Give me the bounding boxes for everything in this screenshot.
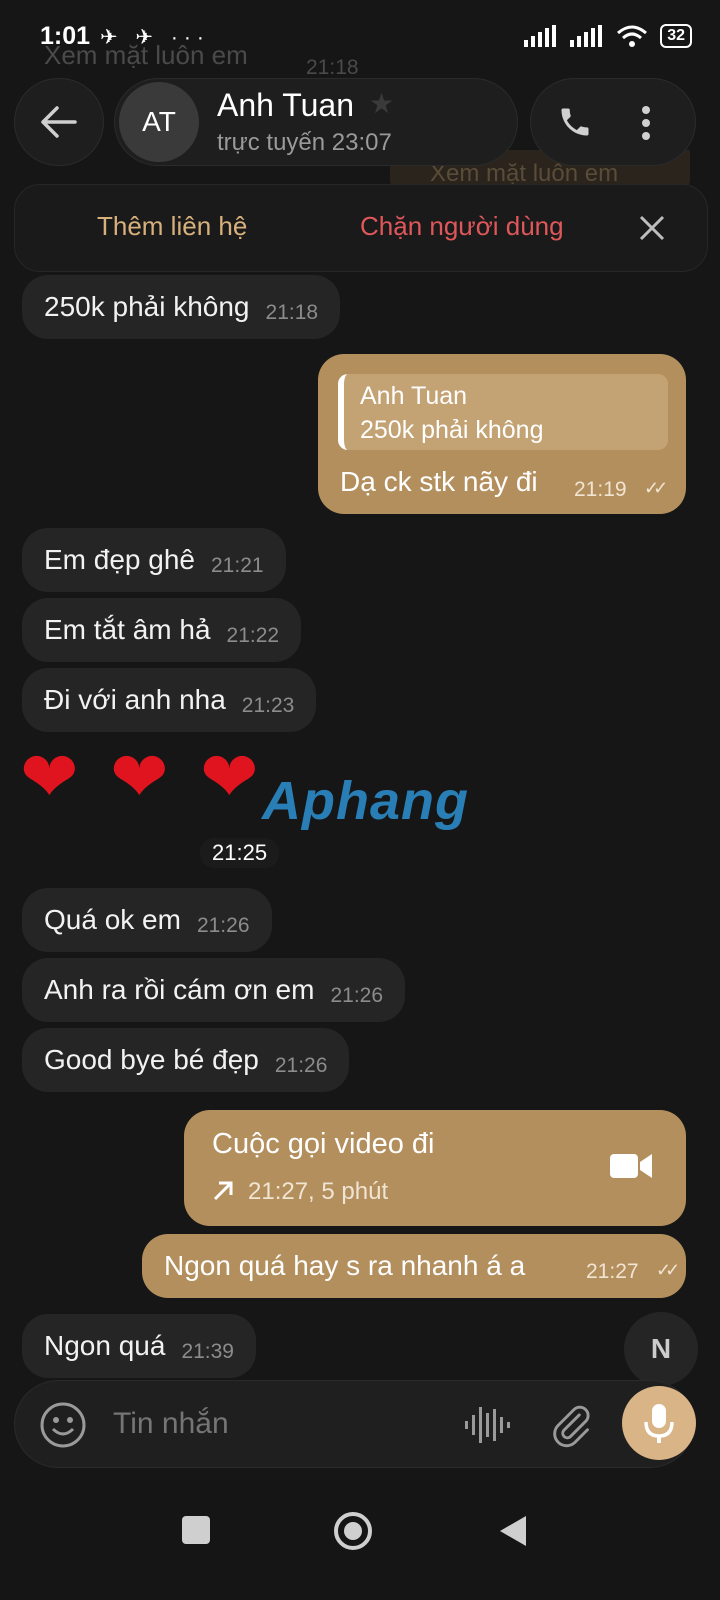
- emoji-time: 21:25: [200, 838, 280, 868]
- reply-text: 250k phải không: [360, 416, 544, 444]
- bg-message-time: 21:18: [306, 56, 359, 79]
- mic-button[interactable]: [622, 1386, 696, 1460]
- message-incoming[interactable]: Quá ok em 21:26: [22, 888, 272, 952]
- app-logo-icon: N: [650, 1333, 672, 1364]
- heart-emoji-icon: ❤: [110, 738, 169, 816]
- emoji-message[interactable]: ❤ ❤ ❤: [20, 742, 300, 832]
- message-incoming[interactable]: Em đẹp ghê 21:21: [22, 528, 286, 592]
- star-icon: ★: [369, 88, 395, 119]
- back-button[interactable]: [14, 78, 104, 166]
- bg-message: Xem mặt luôn em: [44, 40, 248, 70]
- call-title: Cuộc gọi video đi: [212, 1128, 435, 1160]
- heart-emoji-icon: ❤: [200, 738, 259, 816]
- reply-quote[interactable]: Anh Tuan 250k phải không: [338, 374, 668, 450]
- read-ticks-icon: ✓✓: [656, 1260, 680, 1280]
- block-user-button[interactable]: Chặn người dùng: [360, 211, 564, 242]
- outgoing-arrow-icon: [213, 1181, 233, 1201]
- header-actions: [530, 78, 696, 166]
- contact-status: trực tuyến 23:07: [217, 129, 392, 156]
- microphone-icon: [644, 1404, 674, 1443]
- message-text: Dạ ck stk nãy đi: [340, 466, 538, 497]
- message-incoming[interactable]: Good bye bé đẹp 21:26: [22, 1028, 350, 1092]
- video-call-message[interactable]: Cuộc gọi video đi 21:27, 5 phút: [184, 1110, 686, 1226]
- message-composer: [14, 1380, 694, 1468]
- message-incoming[interactable]: Ngon quá 21:39: [22, 1314, 256, 1378]
- message-outgoing[interactable]: Ngon quá hay s ra nhanh á a 21:27 ✓✓: [142, 1234, 686, 1298]
- message-incoming[interactable]: Anh ra rồi cám ơn em 21:26: [22, 958, 406, 1022]
- back-nav-button[interactable]: [498, 1514, 528, 1548]
- voice-wave-icon[interactable]: [463, 1403, 511, 1447]
- heart-emoji-icon: ❤: [20, 738, 79, 816]
- signal-icon: [524, 25, 557, 47]
- recent-apps-button[interactable]: [182, 1516, 210, 1544]
- system-nav-bar: [0, 1480, 720, 1600]
- message-incoming[interactable]: Đi với anh nha 21:23: [22, 668, 317, 732]
- contact-header[interactable]: AT Anh Tuan trực tuyến 23:07 ★: [114, 78, 518, 166]
- message-incoming[interactable]: 250k phải không 21:18: [22, 275, 341, 339]
- home-button[interactable]: [332, 1510, 374, 1552]
- paperclip-icon[interactable]: [549, 1401, 593, 1449]
- reply-author: Anh Tuan: [360, 382, 468, 410]
- message-time: 21:19: [574, 478, 627, 501]
- contact-name: Anh Tuan: [217, 87, 354, 123]
- back-arrow-icon: [41, 106, 77, 138]
- close-icon[interactable]: [639, 215, 665, 241]
- avatar: AT: [119, 82, 199, 162]
- signal-icon-2: [570, 25, 603, 47]
- scroll-to-mention-button[interactable]: N: [624, 1312, 698, 1386]
- message-outgoing-reply[interactable]: Anh Tuan 250k phải không Dạ ck stk nãy đ…: [318, 354, 686, 514]
- status-right: 32: [524, 24, 692, 48]
- video-camera-icon[interactable]: [610, 1152, 652, 1180]
- emoji-icon[interactable]: [39, 1401, 87, 1449]
- message-time: 21:27: [586, 1260, 639, 1283]
- add-contact-button[interactable]: Thêm liên hệ: [97, 211, 247, 242]
- message-input[interactable]: [111, 1399, 415, 1449]
- read-ticks-icon: ✓✓: [644, 478, 668, 498]
- wifi-icon: [617, 25, 648, 47]
- message-incoming[interactable]: Em tắt âm hả 21:22: [22, 598, 302, 662]
- watermark-logo: Aphang: [262, 771, 469, 831]
- call-detail: 21:27, 5 phút: [248, 1178, 389, 1205]
- more-vertical-icon[interactable]: [641, 105, 651, 141]
- phone-icon[interactable]: [557, 103, 593, 141]
- battery-icon: 32: [660, 24, 692, 48]
- new-contact-banner: Thêm liên hệ Chặn người dùng: [14, 184, 708, 272]
- message-text: Ngon quá hay s ra nhanh á a: [164, 1250, 526, 1281]
